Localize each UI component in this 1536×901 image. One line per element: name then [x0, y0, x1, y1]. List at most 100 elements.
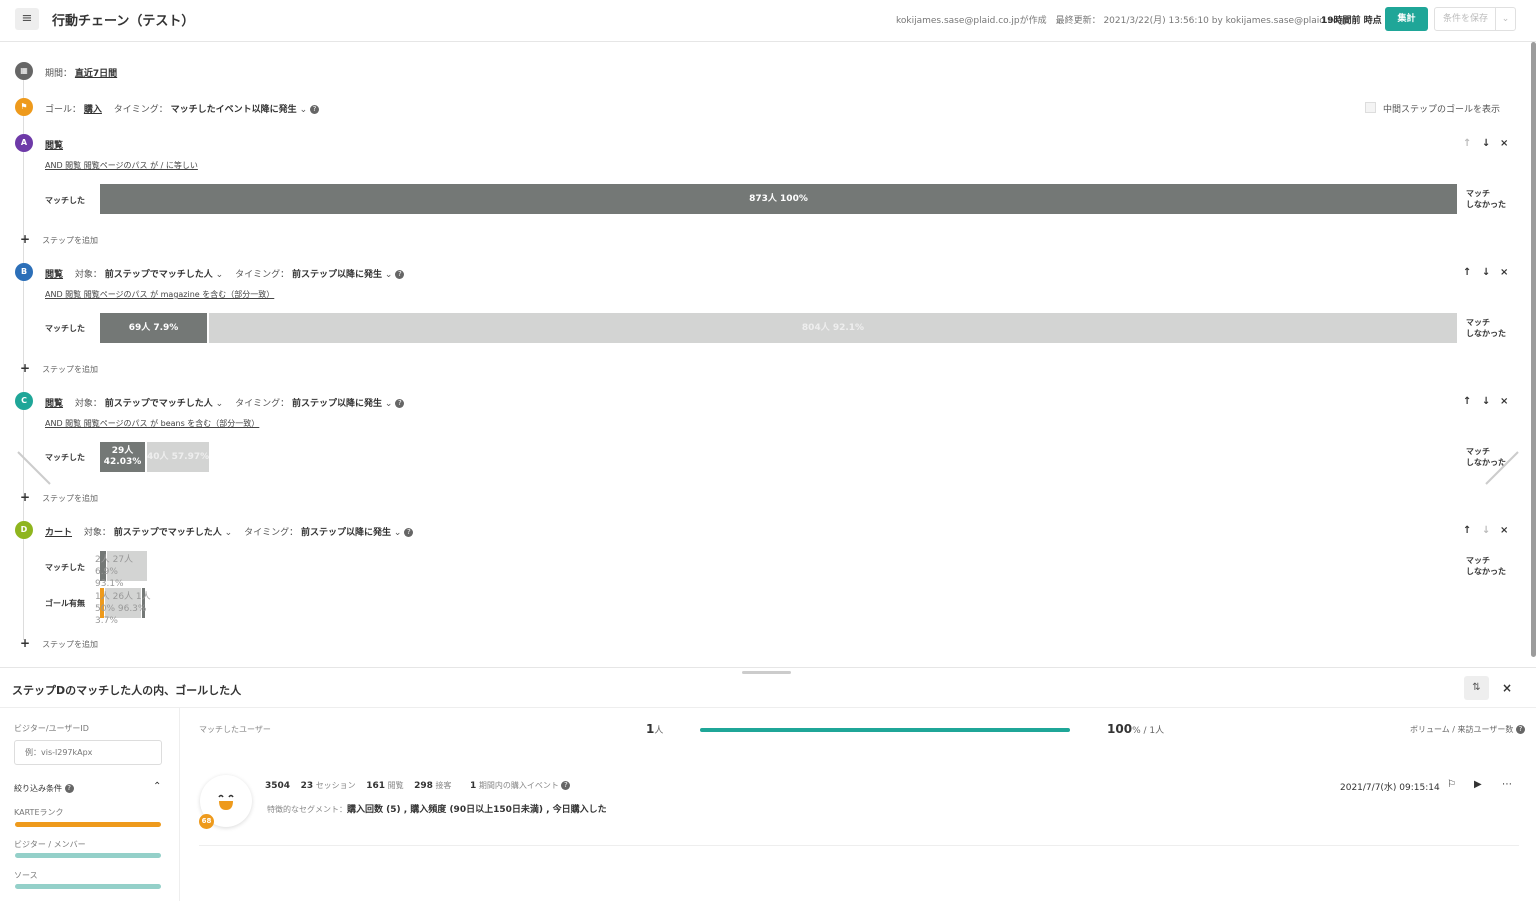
- chevron-up-icon[interactable]: ⌃: [153, 781, 161, 792]
- arrow-up-icon[interactable]: ↑: [1463, 267, 1471, 278]
- karte-rank-bar[interactable]: [15, 822, 161, 827]
- filter-header[interactable]: 絞り込み条件 ?: [14, 783, 74, 794]
- arrow-down-icon[interactable]: ↓: [1482, 267, 1490, 278]
- arrow-down-icon[interactable]: ↓: [1482, 396, 1490, 407]
- step-b-matched-bar[interactable]: 69人 7.9%: [100, 313, 207, 343]
- mid-goal-checkbox[interactable]: [1365, 102, 1376, 113]
- filter-karte-rank[interactable]: KARTEランク: [14, 807, 64, 818]
- step-c-unmatched-bar[interactable]: 40人 57.97%: [147, 442, 209, 472]
- filter-visitor-member[interactable]: ビジター / メンバー: [14, 839, 86, 850]
- step-c-badge: C: [15, 392, 33, 410]
- match-progress-fill: [700, 728, 1070, 732]
- help-icon[interactable]: ?: [309, 105, 319, 114]
- arrow-up-icon[interactable]: ↑: [1463, 396, 1471, 407]
- help-icon[interactable]: ?: [64, 784, 74, 793]
- chevron-down-icon[interactable]: ⌄: [216, 399, 224, 409]
- step-a-condition[interactable]: AND 閲覧 閲覧ページのパス が / に等しい: [45, 160, 198, 171]
- help-icon[interactable]: ?: [561, 781, 571, 790]
- carousel-next-icon[interactable]: [1484, 448, 1520, 488]
- step-d-header: カート 対象： 前ステップでマッチした人 ⌄ タイミング： 前ステップ以降に発生…: [45, 525, 414, 538]
- plus-icon: +: [20, 232, 31, 246]
- more-icon[interactable]: ⋯: [1502, 779, 1512, 790]
- header-meta: kokijames.sase@plaid.co.jpが作成 最終更新： 2021…: [896, 16, 1350, 26]
- step-b-badge: B: [15, 263, 33, 281]
- add-step-button[interactable]: + ステップを追加: [20, 361, 98, 375]
- step-b-header: 閲覧 対象： 前ステップでマッチした人 ⌄ タイミング： 前ステップ以降に発生 …: [45, 267, 405, 280]
- user-segments: 特徴的なセグメント：購入回数 (5) , 購入頻度 (90日以上150日未満) …: [267, 805, 607, 815]
- chain-line: [23, 78, 24, 640]
- close-icon[interactable]: ×: [1500, 138, 1508, 149]
- panel-divider: [0, 667, 1536, 668]
- filter-source[interactable]: ソース: [14, 870, 38, 881]
- step-c-condition[interactable]: AND 閲覧 閲覧ページのパス が beans を含む（部分一致）: [45, 418, 259, 429]
- goal-timing-select[interactable]: マッチしたイベント以降に発生: [171, 105, 297, 115]
- period-link[interactable]: 直近7日間: [75, 69, 117, 79]
- matched-count: 1人: [646, 722, 664, 736]
- step-d-goal-text: 1人 26人 1人 50% 96.3% 3.7%: [95, 592, 151, 626]
- chevron-down-icon[interactable]: ⌄: [216, 270, 224, 280]
- scrollbar[interactable]: [1531, 42, 1536, 657]
- step-d-event[interactable]: カート: [45, 528, 72, 538]
- matched-label: マッチした: [45, 196, 85, 205]
- arrow-up-icon: ↑: [1463, 138, 1472, 149]
- carousel-prev-icon[interactable]: [16, 448, 52, 488]
- timing-select[interactable]: 前ステップ以降に発生: [292, 270, 382, 280]
- not-matched-label: マッチ しなかった: [1466, 318, 1506, 338]
- timing-select[interactable]: 前ステップ以降に発生: [301, 528, 391, 538]
- add-step-button[interactable]: + ステップを追加: [20, 636, 98, 650]
- chevron-down-icon[interactable]: ⌄: [1495, 8, 1515, 30]
- step-a-event[interactable]: 閲覧: [45, 141, 63, 151]
- sort-icon[interactable]: ⇅: [1464, 676, 1489, 700]
- volume-label: ボリューム / 来訪ユーザー数 ?: [1410, 724, 1525, 735]
- panel-separator: [0, 707, 1536, 708]
- help-icon[interactable]: ?: [404, 528, 414, 537]
- step-b-condition[interactable]: AND 閲覧 閲覧ページのパス が magazine を含む（部分一致）: [45, 289, 274, 300]
- plus-icon: +: [20, 636, 31, 650]
- save-label: 条件を保存: [1443, 14, 1489, 24]
- goal-row-label: ゴール有無: [45, 599, 85, 608]
- bookmark-icon[interactable]: ⚐: [1447, 779, 1456, 790]
- arrow-up-icon[interactable]: ↑: [1463, 525, 1471, 536]
- goal-row: ゴール： 購入 タイミング： マッチしたイベント以降に発生 ⌄ ?: [45, 102, 319, 115]
- close-icon[interactable]: ×: [1500, 396, 1508, 407]
- step-a-header: 閲覧: [45, 138, 63, 151]
- add-step-button[interactable]: + ステップを追加: [20, 232, 98, 246]
- panel-title: ステップDのマッチした人の内、ゴールした人: [12, 684, 242, 697]
- not-matched-label: マッチ しなかった: [1466, 189, 1506, 209]
- save-condition-button[interactable]: 条件を保存 ⌄: [1434, 7, 1516, 31]
- goal-link[interactable]: 購入: [84, 105, 102, 115]
- match-progress-bar: [700, 728, 1070, 732]
- help-icon[interactable]: ?: [1515, 725, 1525, 734]
- visitor-id-input[interactable]: [14, 740, 162, 765]
- chevron-down-icon[interactable]: ⌄: [385, 399, 393, 409]
- help-icon[interactable]: ?: [395, 270, 405, 279]
- target-select[interactable]: 前ステップでマッチした人: [114, 528, 222, 538]
- step-b-unmatched-bar[interactable]: 804人 92.1%: [209, 313, 1457, 343]
- close-icon[interactable]: ×: [1500, 525, 1508, 536]
- target-select[interactable]: 前ステップでマッチした人: [105, 399, 213, 409]
- period-row: 期間： 直近7日間: [45, 69, 118, 79]
- close-icon[interactable]: ×: [1500, 267, 1508, 278]
- arrow-down-icon[interactable]: ↓: [1482, 138, 1490, 149]
- step-b-event[interactable]: 閲覧: [45, 270, 63, 280]
- play-icon[interactable]: ▶: [1474, 779, 1482, 790]
- step-c-event[interactable]: 閲覧: [45, 399, 63, 409]
- menu-icon[interactable]: ≡: [15, 8, 39, 30]
- step-a-matched-bar[interactable]: 873人 100%: [100, 184, 1457, 214]
- close-icon[interactable]: ×: [1502, 681, 1512, 695]
- chevron-down-icon[interactable]: ⌄: [385, 270, 393, 280]
- timing-select[interactable]: 前ステップ以降に発生: [292, 399, 382, 409]
- step-d-goal-bars[interactable]: 1人 26人 1人 50% 96.3% 3.7%: [95, 588, 157, 626]
- target-select[interactable]: 前ステップでマッチした人: [105, 270, 213, 280]
- help-icon[interactable]: ?: [395, 399, 405, 408]
- chevron-down-icon[interactable]: ⌄: [300, 105, 308, 115]
- chevron-down-icon[interactable]: ⌄: [394, 528, 402, 538]
- run-button[interactable]: 集計: [1385, 7, 1428, 31]
- chevron-down-icon[interactable]: ⌄: [225, 528, 233, 538]
- source-bar[interactable]: [15, 884, 161, 889]
- visitor-member-bar[interactable]: [15, 853, 161, 858]
- add-step-button[interactable]: + ステップを追加: [20, 490, 98, 504]
- step-d-matched-bars[interactable]: 2人 27人 6.9% 93.1%: [95, 551, 147, 589]
- panel-resize-handle[interactable]: [742, 671, 791, 674]
- step-c-matched-bar[interactable]: 29人 42.03%: [100, 442, 145, 472]
